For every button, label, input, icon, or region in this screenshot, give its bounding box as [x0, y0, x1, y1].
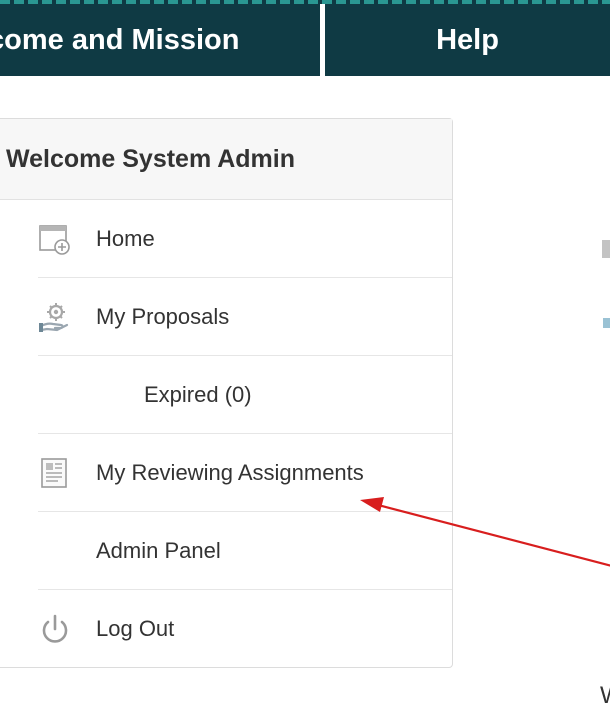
partial-edge-text: W	[600, 682, 610, 710]
menu-item-log-out[interactable]: Log Out	[38, 590, 452, 667]
menu-item-my-proposals[interactable]: My Proposals	[38, 278, 452, 356]
hand-gear-icon	[38, 300, 72, 334]
menu-item-admin-panel[interactable]: Admin Panel	[38, 512, 452, 590]
top-navigation: lcome and Mission Help	[0, 0, 610, 76]
user-menu: Home My Proposals Expired (0) My Reviewi…	[0, 200, 452, 667]
menu-item-label: Expired (0)	[144, 382, 252, 407]
user-menu-panel: Welcome System Admin Home My Proposals E…	[0, 118, 453, 668]
menu-item-label: My Proposals	[96, 304, 230, 329]
menu-item-label: Home	[96, 226, 155, 251]
document-icon	[38, 456, 72, 490]
menu-item-home[interactable]: Home	[38, 200, 452, 278]
menu-item-label: Log Out	[96, 616, 175, 641]
edge-fragment	[603, 318, 610, 328]
nav-help[interactable]: Help	[325, 4, 610, 76]
menu-item-label: My Reviewing Assignments	[96, 460, 364, 485]
calendar-add-icon	[38, 222, 72, 256]
edge-fragment	[602, 240, 610, 258]
menu-item-label: Admin Panel	[96, 538, 221, 563]
nav-welcome-and-mission[interactable]: lcome and Mission	[0, 4, 320, 76]
menu-item-my-reviewing-assignments[interactable]: My Reviewing Assignments	[38, 434, 452, 512]
power-icon	[38, 612, 72, 646]
panel-title: Welcome System Admin	[0, 119, 452, 200]
menu-item-expired[interactable]: Expired (0)	[38, 356, 452, 434]
